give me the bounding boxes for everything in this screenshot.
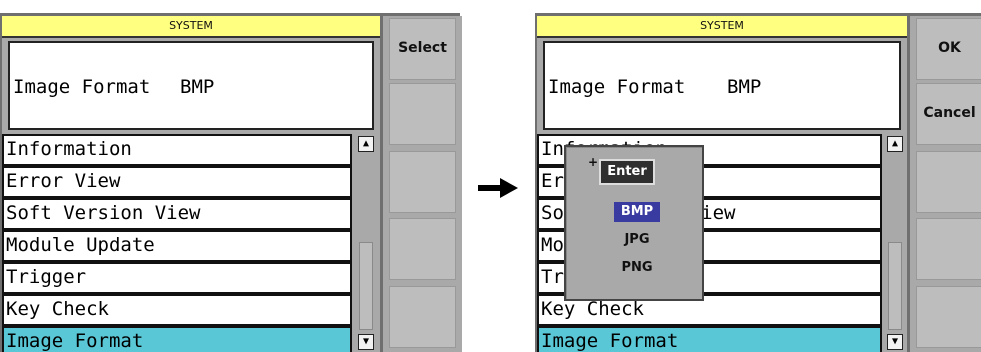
info-label: Image Format: [548, 76, 686, 98]
softkey-3[interactable]: [389, 151, 456, 213]
list-item-selected[interactable]: Image Format: [2, 326, 352, 352]
list-item[interactable]: Trigger: [2, 262, 352, 294]
scroll-thumb[interactable]: [888, 242, 902, 330]
title-bar: SYSTEM: [2, 16, 380, 38]
title-bar: SYSTEM: [537, 16, 907, 38]
scroll-up-icon[interactable]: ▲: [887, 136, 903, 152]
info-label: Image Format: [13, 76, 151, 98]
softkey-3[interactable]: [916, 151, 981, 213]
right-arrow-icon: [478, 178, 518, 198]
info-value: BMP: [727, 76, 762, 98]
scrollbar[interactable]: ▲ ▼: [356, 134, 376, 352]
menu-list: Information Error View Soft Version View…: [2, 134, 352, 352]
softkey-4[interactable]: [389, 218, 456, 280]
list-item[interactable]: Error View: [2, 166, 352, 198]
right-screen: SYSTEM Image Format BMP Information Erro…: [535, 13, 981, 352]
list-item[interactable]: Key Check: [2, 294, 352, 326]
list-item[interactable]: Information: [2, 134, 352, 166]
softkey-panel: Select: [383, 16, 462, 352]
softkey-4[interactable]: [916, 218, 981, 280]
scroll-down-icon[interactable]: ▼: [887, 334, 903, 350]
info-box: Image Format BMP: [543, 41, 901, 130]
softkey-panel: OK Cancel: [910, 16, 981, 352]
list-item[interactable]: Module Update: [2, 230, 352, 262]
popup-option-png[interactable]: PNG: [614, 258, 660, 278]
scroll-down-icon[interactable]: ▼: [358, 334, 374, 350]
select-softkey[interactable]: Select: [389, 18, 456, 80]
scroll-thumb[interactable]: [359, 242, 373, 330]
list-item[interactable]: Soft Version View: [2, 198, 352, 230]
softkey-5[interactable]: [916, 286, 981, 348]
softkey-5[interactable]: [389, 286, 456, 348]
info-box: Image Format BMP: [8, 41, 374, 130]
popup-option-jpg[interactable]: JPG: [614, 230, 660, 250]
ok-softkey[interactable]: OK: [916, 18, 981, 80]
left-screen: SYSTEM Image Format BMP Information Erro…: [0, 13, 462, 352]
softkey-2[interactable]: [389, 83, 456, 145]
scrollbar[interactable]: ▲ ▼: [885, 134, 905, 352]
popup-title: Enter: [599, 159, 655, 185]
scroll-up-icon[interactable]: ▲: [358, 136, 374, 152]
list-item-selected[interactable]: Image Format: [537, 326, 882, 352]
main-panel: SYSTEM Image Format BMP Information Erro…: [2, 16, 383, 352]
popup-option-bmp[interactable]: BMP: [614, 202, 660, 222]
cancel-softkey[interactable]: Cancel: [916, 83, 981, 145]
main-panel: SYSTEM Image Format BMP Information Erro…: [537, 16, 910, 352]
popup-marker: +: [588, 155, 599, 169]
format-popup: + Enter BMP JPG PNG: [564, 145, 704, 301]
info-value: BMP: [180, 76, 215, 98]
